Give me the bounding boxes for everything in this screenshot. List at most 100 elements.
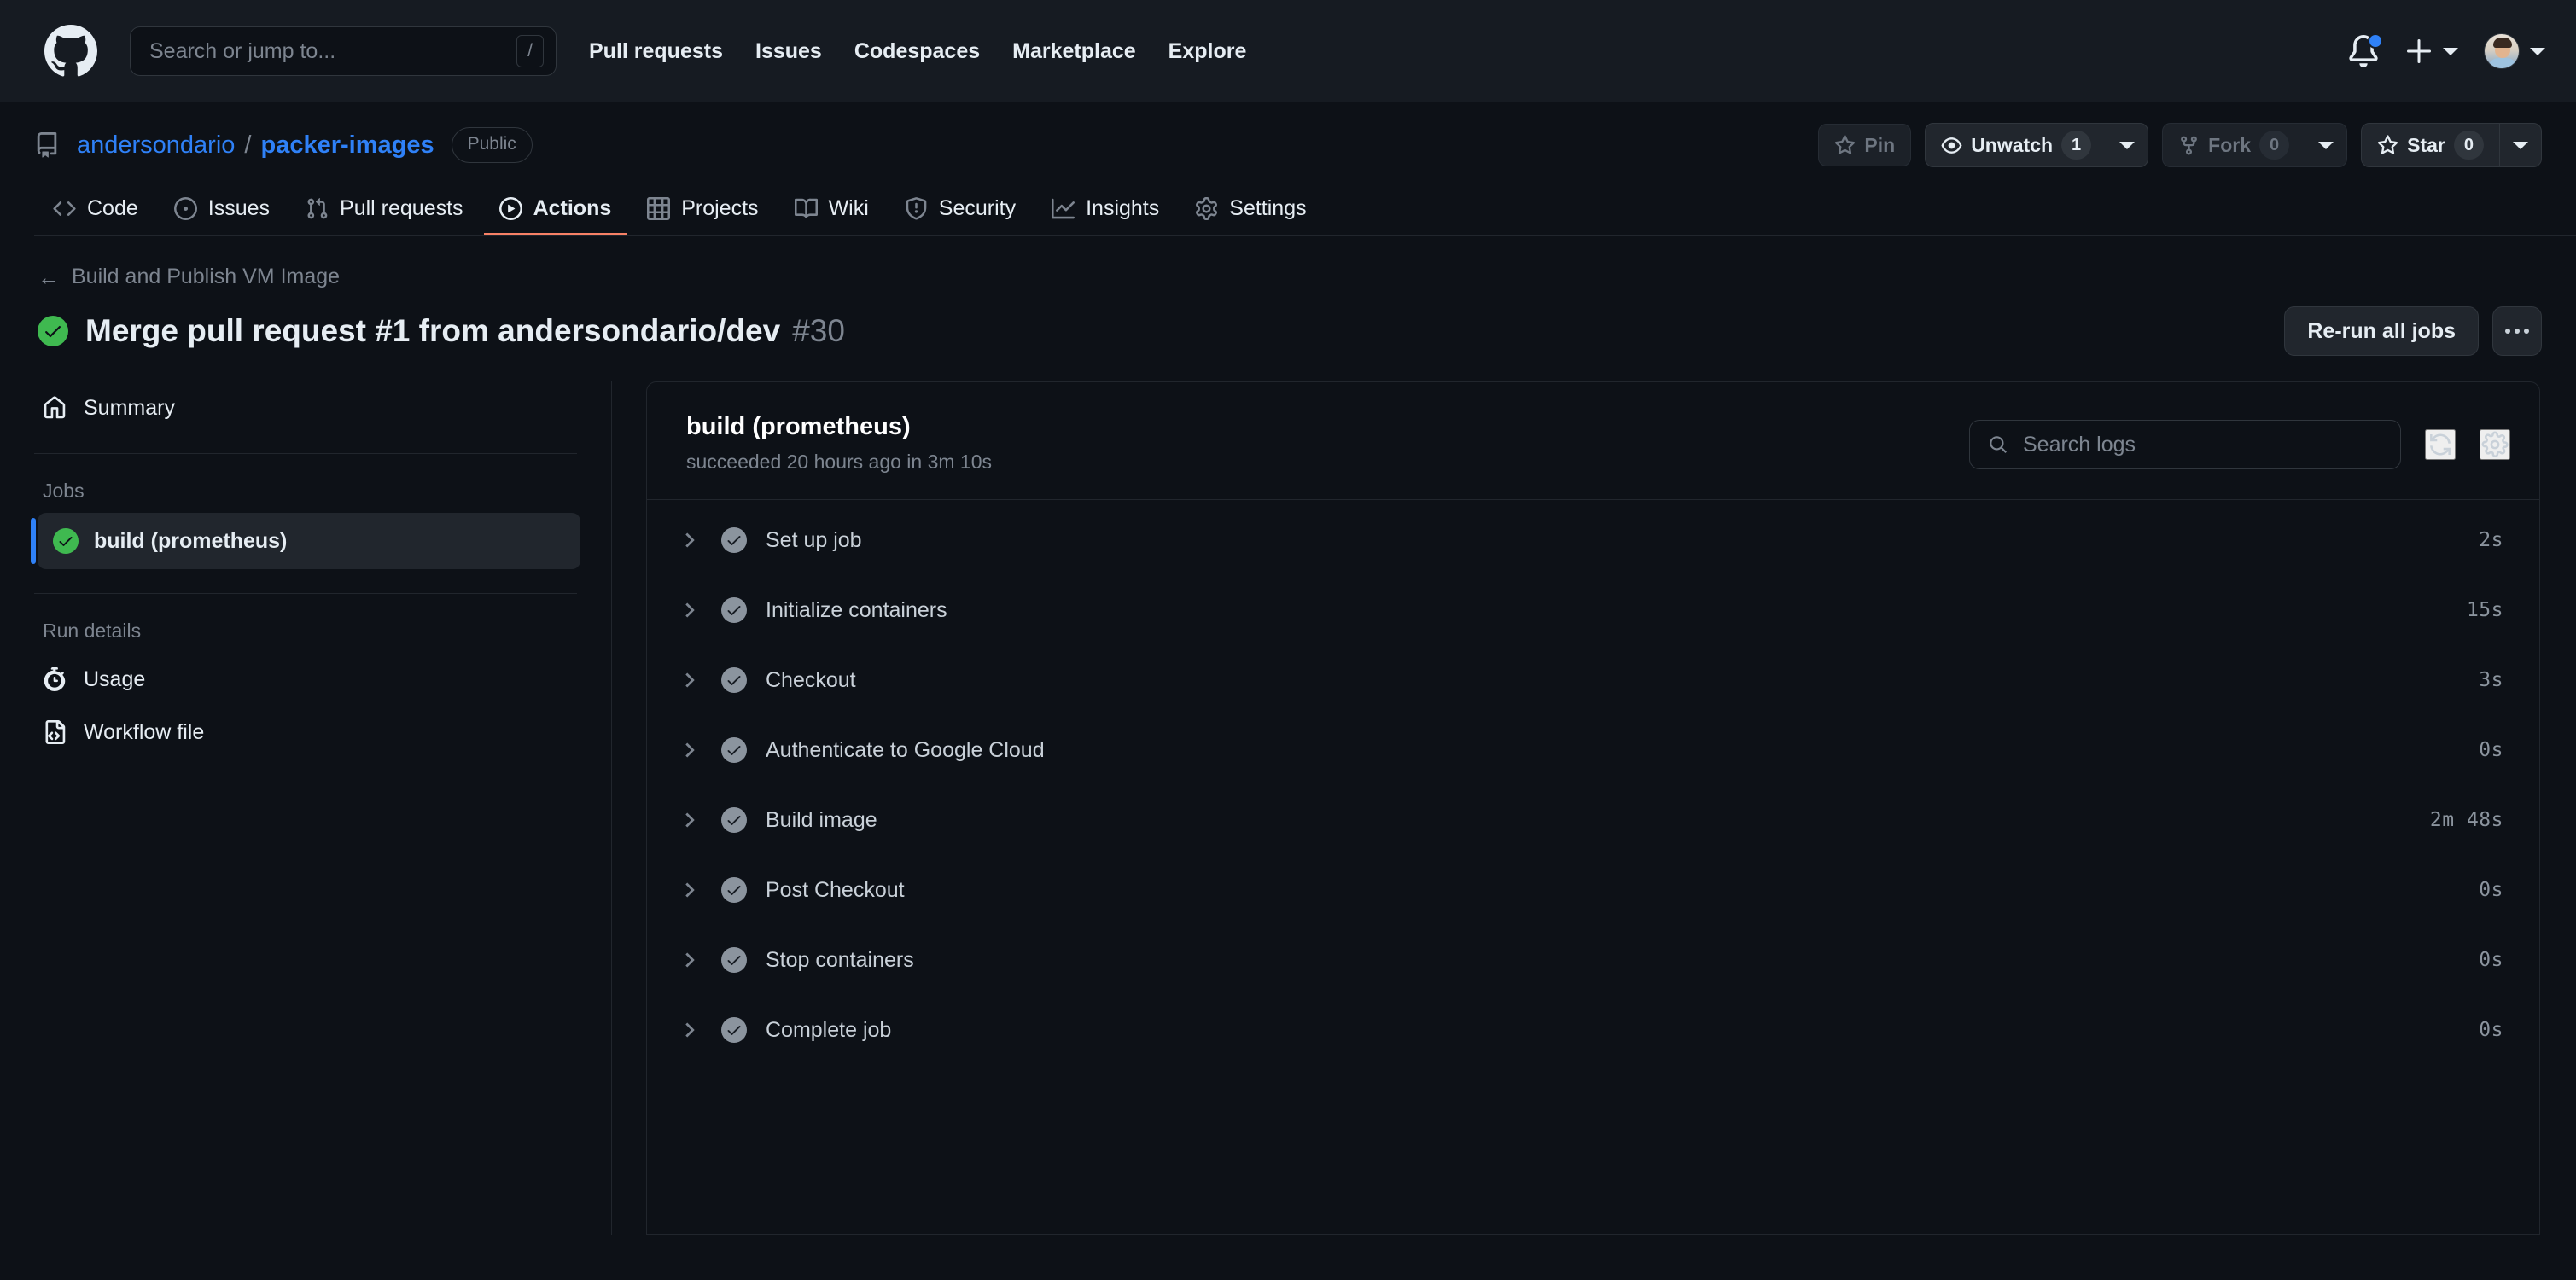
gear-icon	[1196, 197, 1218, 220]
global-nav-marketplace[interactable]: Marketplace	[1012, 39, 1136, 64]
tab-security[interactable]: Security	[889, 184, 1031, 236]
refresh-logs-button[interactable]	[2425, 429, 2456, 460]
chevron-right-icon[interactable]	[674, 1021, 705, 1039]
sidebar-item-usage-label: Usage	[84, 666, 146, 691]
repo-actions: Pin Unwatch 1 Fork 0 Star 0	[1818, 123, 2542, 167]
tab-insights[interactable]: Insights	[1036, 184, 1174, 236]
step-row[interactable]: Set up job 2s	[647, 505, 2539, 575]
job-panel-title: build (prometheus)	[686, 413, 911, 440]
fork-dropdown-button[interactable]	[2305, 124, 2346, 166]
github-logo-icon[interactable]	[44, 25, 97, 78]
step-duration: 2s	[2479, 529, 2503, 551]
fork-button-label: Fork	[2208, 133, 2251, 156]
run-number: #30	[792, 313, 845, 348]
chevron-right-icon[interactable]	[674, 672, 705, 689]
chevron-right-icon[interactable]	[674, 602, 705, 619]
global-nav-issues[interactable]: Issues	[755, 39, 822, 64]
tab-actions[interactable]: Actions	[483, 184, 627, 236]
star-button[interactable]: Star 0	[2362, 124, 2499, 166]
pin-button[interactable]: Pin	[1818, 124, 1912, 166]
book-icon	[794, 198, 818, 218]
breadcrumb-separator: /	[244, 131, 252, 159]
run-options-kebab-button[interactable]	[2492, 306, 2542, 356]
star-dropdown-button[interactable]	[2500, 124, 2541, 166]
job-log-panel: build (prometheus) succeeded 20 hours ag…	[646, 381, 2540, 1235]
stopwatch-icon	[44, 667, 66, 691]
shield-icon	[906, 197, 927, 220]
check-circle-icon	[721, 877, 747, 903]
global-nav-explore[interactable]: Explore	[1169, 39, 1247, 64]
step-row[interactable]: Checkout 3s	[647, 645, 2539, 715]
sidebar-item-usage[interactable]: Usage	[31, 653, 580, 706]
chevron-right-icon[interactable]	[674, 951, 705, 969]
tab-settings[interactable]: Settings	[1180, 184, 1321, 236]
sidebar-item-summary-label: Summary	[84, 395, 175, 420]
page-title: Merge pull request #1 from andersondario…	[85, 313, 781, 348]
kebab-horizontal-icon	[2524, 329, 2529, 334]
global-search-placeholder: Search or jump to...	[149, 38, 336, 63]
run-body: Summary Jobs build (prometheus) Run deta…	[0, 381, 2576, 1235]
chevron-right-icon[interactable]	[674, 742, 705, 759]
sidebar-item-summary[interactable]: Summary	[31, 381, 580, 434]
run-header: ← Build and Publish VM Image Merge pull …	[0, 236, 2576, 356]
tab-pull-requests[interactable]: Pull requests	[290, 184, 479, 236]
issue-opened-icon	[173, 197, 197, 220]
notifications-button[interactable]	[2347, 33, 2383, 67]
star-icon	[2378, 134, 2398, 154]
git-pull-request-icon	[307, 198, 328, 219]
step-row[interactable]: Stop containers 0s	[647, 925, 2539, 995]
bell-icon	[2347, 33, 2383, 67]
rerun-all-jobs-button[interactable]: Re-run all jobs	[2284, 306, 2479, 356]
eye-icon	[1941, 137, 1962, 154]
visibility-badge: Public	[451, 127, 533, 163]
step-name: Initialize containers	[766, 597, 947, 622]
search-logs-input[interactable]: Search logs	[1969, 420, 2401, 469]
create-new-button[interactable]	[2405, 38, 2458, 65]
tab-wiki[interactable]: Wiki	[779, 184, 884, 236]
tab-issues-label: Issues	[207, 196, 271, 220]
chevron-down-icon	[2318, 141, 2334, 149]
breadcrumb-owner[interactable]: andersondario	[77, 131, 235, 160]
step-row[interactable]: Post Checkout 0s	[647, 855, 2539, 925]
step-row[interactable]: Authenticate to Google Cloud 0s	[647, 715, 2539, 785]
fork-button[interactable]: Fork 0	[2163, 124, 2305, 166]
tab-issues[interactable]: Issues	[159, 184, 285, 236]
tab-projects[interactable]: Projects	[632, 184, 773, 236]
search-logs-placeholder: Search logs	[2023, 432, 2136, 457]
chevron-right-icon[interactable]	[674, 532, 705, 549]
global-nav-pull-requests[interactable]: Pull requests	[589, 39, 723, 64]
unwatch-button[interactable]: Unwatch 1	[1926, 124, 2107, 166]
check-circle-fill-icon	[53, 528, 79, 554]
graph-icon	[1052, 198, 1075, 219]
step-row[interactable]: Complete job 0s	[647, 995, 2539, 1065]
kebab-horizontal-icon	[2515, 329, 2520, 334]
global-search-input[interactable]: Search or jump to... /	[130, 26, 557, 76]
breadcrumb-repo[interactable]: packer-images	[260, 131, 434, 160]
pin-icon	[1835, 134, 1856, 154]
tab-insights-label: Insights	[1086, 196, 1160, 220]
step-duration: 0s	[2479, 949, 2503, 971]
chevron-right-icon[interactable]	[674, 812, 705, 829]
table-icon	[647, 197, 671, 220]
sidebar-item-workflow-file[interactable]: Workflow file	[31, 706, 580, 759]
watch-dropdown-button[interactable]	[2107, 124, 2148, 166]
sidebar-job-build-prometheus[interactable]: build (prometheus)	[31, 513, 580, 569]
log-settings-button[interactable]	[2480, 429, 2510, 460]
chevron-right-icon[interactable]	[674, 881, 705, 899]
step-row[interactable]: Build image 2m 48s	[647, 785, 2539, 855]
step-row[interactable]: Initialize containers 15s	[647, 575, 2539, 645]
job-panel-wrap: build (prometheus) succeeded 20 hours ag…	[612, 381, 2576, 1235]
repo-title-row: andersondario / packer-images Public Pin…	[34, 102, 2542, 176]
star-split-button: Star 0	[2361, 123, 2542, 167]
run-sidebar: Summary Jobs build (prometheus) Run deta…	[0, 381, 612, 1235]
search-shortcut-key: /	[516, 35, 544, 67]
account-menu-button[interactable]	[2484, 33, 2545, 69]
workflow-back-link[interactable]: ← Build and Publish VM Image	[38, 265, 2542, 289]
sidebar-run-details-heading: Run details	[43, 620, 142, 642]
tab-projects-label: Projects	[681, 196, 759, 220]
check-circle-icon	[721, 737, 747, 763]
check-circle-icon	[721, 597, 747, 623]
tab-code[interactable]: Code	[38, 184, 154, 236]
global-nav-codespaces[interactable]: Codespaces	[854, 39, 980, 64]
run-status-success-icon	[38, 316, 68, 346]
